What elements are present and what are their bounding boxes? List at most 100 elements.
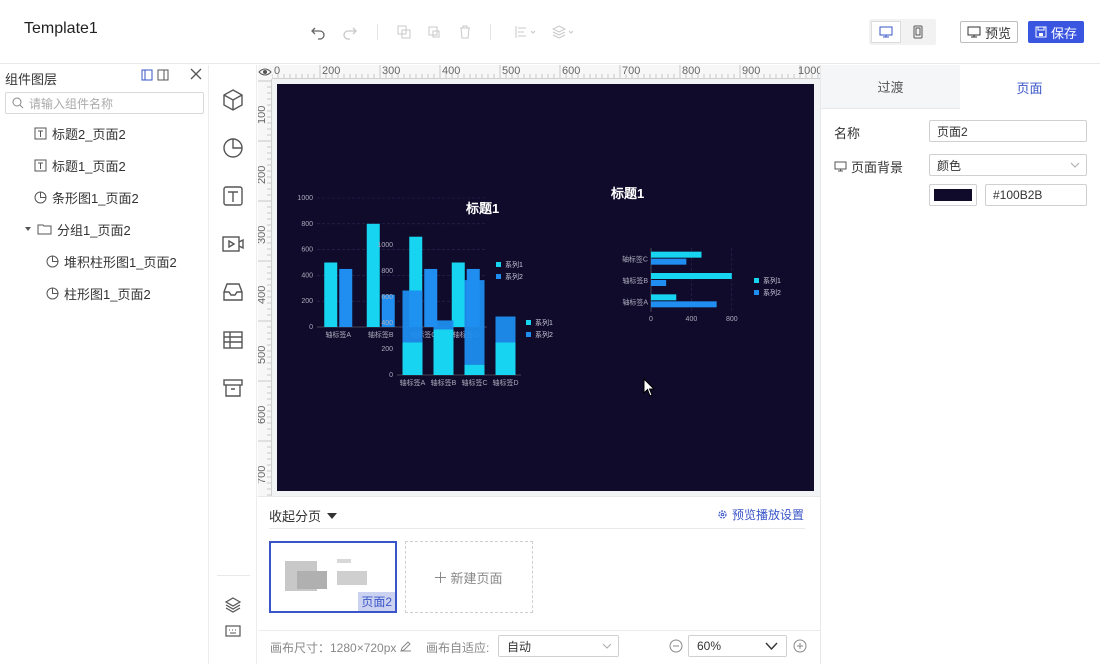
ruler-label: 700 [258,465,268,484]
x-tick-label: 轴标签A [325,330,351,339]
undo-icon[interactable] [308,22,328,42]
new-page-button[interactable]: 新建页面 [405,541,533,613]
preview-button[interactable]: 预览 [960,21,1019,43]
ruler-label: 300 [258,225,268,244]
layer-item-label: 分组1_页面2 [57,222,131,238]
ruler-label: 800 [682,65,701,77]
layout-single-icon[interactable] [141,69,153,81]
hbar-series1 [651,294,677,301]
x-tick-label: 轴标签B [431,378,457,387]
collapse-pages-button[interactable]: 收起分页 [269,506,338,525]
inbox-icon[interactable] [221,280,245,304]
caret-down-icon [25,227,31,231]
caret-down-icon [327,512,338,519]
layer-item[interactable]: 标题1_页面2 [34,156,126,174]
y-tick-label: 1000 [377,242,393,249]
mobile-icon[interactable] [903,21,933,43]
legend-label-series1: 系列1 [505,260,523,269]
y-tick-label: 400 [301,272,313,279]
y-tick-label: 200 [381,346,393,353]
page-bg-label: 页面背景 [851,160,904,175]
stacked-bar-series1 [402,342,423,375]
pie-chart-icon [46,255,59,267]
save-icon [1035,26,1047,38]
gear-icon [718,510,727,519]
page-thumbnail-label: 页面2 [358,592,395,611]
layers-header: 组件图层 [5,72,58,87]
desktop-icon[interactable] [871,21,901,43]
ruler-label: 300 [382,65,401,77]
design-canvas[interactable]: 标题1 标题1 0 200 400 600 800 1000 轴标签A 轴标签B 轴标签C 轴标签… [277,84,814,491]
text-icon [34,159,47,171]
chevron-down-icon [602,643,612,649]
layer-search-placeholder: 请输入组件名称 [29,96,114,111]
ruler-label: 500 [258,345,268,364]
layer-item[interactable]: 标题2_页面2 [34,124,126,142]
delete-icon[interactable] [455,22,475,42]
hbar-series2 [651,280,667,286]
text-icon[interactable] [221,184,245,208]
ruler-label: 0 [274,65,281,77]
zoom-value: 60% [697,639,722,653]
layer-item-label: 柱形图1_页面2 [64,286,151,302]
bar-series1 [451,262,465,327]
redo-icon[interactable] [340,22,360,42]
stacked-bar-series1 [433,329,454,375]
legend-label-series2: 系列2 [763,288,781,297]
y-tick-label: 800 [381,268,393,275]
chart-title-2[interactable]: 标题1 [611,183,644,202]
layer-item[interactable]: 堆积柱形图1_页面2 [46,252,177,270]
component-strip [210,65,257,664]
paste-icon[interactable] [424,22,444,42]
cube-icon[interactable] [221,88,245,112]
bar-series2 [339,268,353,327]
x-tick-label: 轴标签A [400,378,426,387]
bar-series2 [424,268,438,327]
page-name-input[interactable]: 页面2 [929,120,1087,142]
copy-icon[interactable] [394,22,414,42]
ruler-label: 200 [258,165,268,184]
align-icon[interactable] [513,22,539,42]
tab-transition[interactable]: 过渡 [821,65,960,109]
name-label: 名称 [834,126,861,141]
chart-title-1[interactable]: 标题1 [466,198,499,217]
edit-icon[interactable] [400,640,412,652]
layer-search-input[interactable]: 请输入组件名称 [5,92,204,114]
bg-color-swatch[interactable] [929,184,977,206]
table-icon[interactable] [221,328,245,352]
video-icon[interactable] [221,232,245,256]
page-thumbnail[interactable]: 页面2 [269,541,397,613]
layer-order-icon[interactable] [551,22,577,42]
layout-split-icon[interactable] [157,69,169,81]
x-tick-label: 800 [726,316,738,323]
archive-icon[interactable] [221,376,245,400]
canvas-fit-select[interactable]: 自动 [498,635,619,657]
play-settings-button[interactable]: 预览播放设置 [717,506,804,523]
chart-layer[interactable]: 0 200 400 600 800 1000 轴标签A 轴标签B 轴标签C 轴标签D 系列1 系列2 0… [277,84,814,491]
chevron-down-icon [1070,162,1080,168]
zoom-in-icon[interactable] [793,639,807,653]
eye-icon[interactable] [258,65,272,79]
layers-icon[interactable] [224,596,248,620]
tab-page[interactable]: 页面 [960,65,1099,109]
close-icon[interactable] [190,68,202,80]
pie-chart-icon [46,287,59,299]
top-toolbar: Template1 预览 保存 [0,0,1100,64]
play-settings-label: 预览播放设置 [731,508,804,522]
pie-chart-icon[interactable] [221,136,245,160]
layer-group-item[interactable]: 分组1_页面2 [24,220,131,238]
save-button[interactable]: 保存 [1028,21,1085,43]
x-tick-label: 轴标签C [461,378,487,387]
hbar-series2 [651,301,717,308]
keyboard-icon[interactable] [224,622,248,646]
legend-label-series2: 系列2 [505,272,523,281]
layer-item[interactable]: 柱形图1_页面2 [46,284,151,302]
folder-icon [37,224,52,235]
zoom-select[interactable]: 60% [688,635,787,657]
bg-color-input[interactable]: #100B2B [985,184,1087,206]
bg-type-select[interactable]: 颜色 [929,154,1087,176]
new-page-label: 新建页面 [450,570,503,586]
zoom-out-icon[interactable] [669,639,683,653]
layer-item[interactable]: 条形图1_页面2 [34,188,139,206]
text-icon [34,127,47,139]
